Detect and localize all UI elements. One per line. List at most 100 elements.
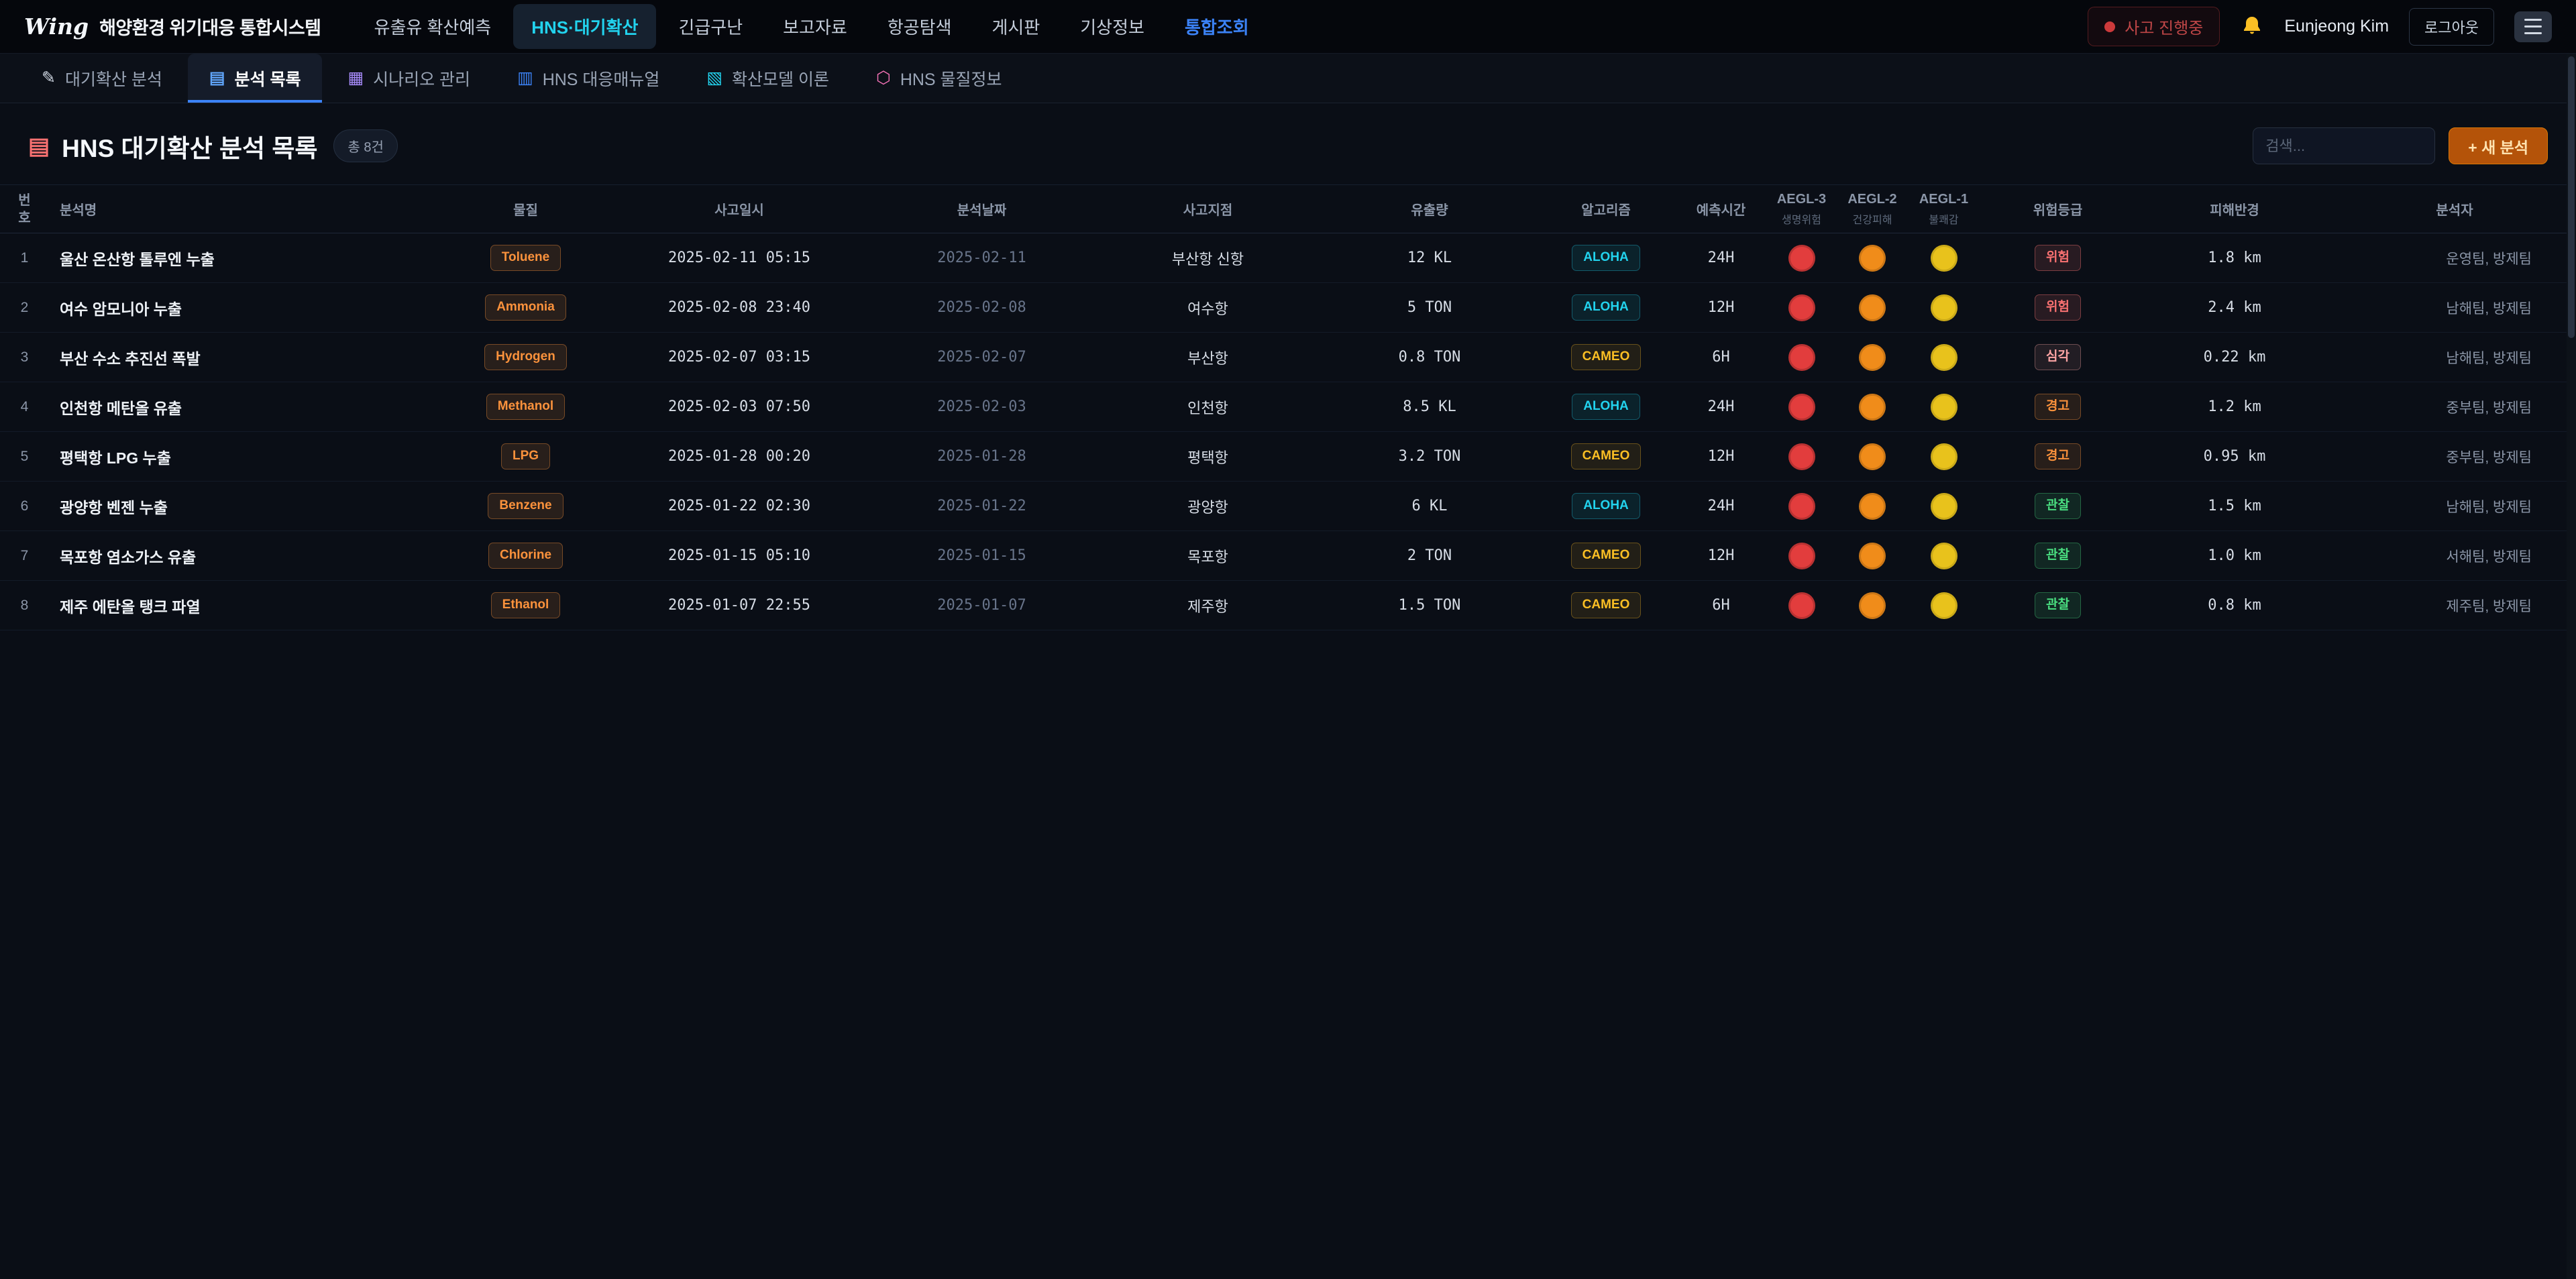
- tab-label: HNS 물질정보: [900, 66, 1002, 91]
- nav-item-aerial-search[interactable]: 항공탐색: [869, 4, 970, 49]
- table-row[interactable]: 6 광양항 벤젠 누출 Benzene 2025-01-22 02:30 202…: [0, 482, 2576, 531]
- header-analysis-date: 분석날짜: [871, 185, 1093, 233]
- analysis-name: 광양항 벤젠 누출: [49, 482, 443, 531]
- forecast-time: 24H: [1676, 482, 1766, 531]
- damage-radius: 1.5 km: [2136, 482, 2333, 531]
- nav-item-integrated-search[interactable]: 통합조회: [1167, 4, 1267, 49]
- table-row[interactable]: 5 평택항 LPG 누출 LPG 2025-01-28 00:20 2025-0…: [0, 432, 2576, 482]
- aegl1-cell: [1908, 233, 1980, 283]
- analysis-name: 여수 암모니아 누출: [49, 283, 443, 333]
- search-input[interactable]: [2253, 127, 2435, 164]
- aegl2-cell: [1837, 233, 1908, 283]
- tab-hns-substance-info[interactable]: ⬡ HNS 물질정보: [855, 54, 1024, 103]
- analyst: 남해팀, 방제팀: [2333, 482, 2576, 531]
- aegl3-indicator-icon: [1788, 394, 1815, 421]
- table-row[interactable]: 7 목포항 염소가스 유출 Chlorine 2025-01-15 05:10 …: [0, 531, 2576, 581]
- tab-dispersion-model-theory[interactable]: ▧ 확산모델 이론: [685, 54, 851, 103]
- risk-cell: 위험: [1980, 233, 2136, 283]
- aegl1-cell: [1908, 283, 1980, 333]
- tab-scenario-management[interactable]: ▦ 시나리오 관리: [326, 54, 492, 103]
- analysis-name: 인천항 메탄올 유출: [49, 382, 443, 432]
- aegl3-indicator-icon: [1788, 493, 1815, 520]
- material-badge: LPG: [501, 443, 550, 469]
- header-aegl2: AEGL-2건강피해: [1837, 185, 1908, 233]
- aegl3-cell: [1766, 283, 1837, 333]
- main-menu: 유출유 확산예측 HNS·대기확산 긴급구난 보고자료 항공탐색 게시판 기상정…: [356, 4, 1267, 49]
- nav-item-board[interactable]: 게시판: [974, 4, 1059, 49]
- header-aegl1: AEGL-1불쾌감: [1908, 185, 1980, 233]
- table-row[interactable]: 1 울산 온산항 톨루엔 누출 Toluene 2025-02-11 05:15…: [0, 233, 2576, 283]
- aegl3-cell: [1766, 581, 1837, 630]
- material-badge: Ethanol: [491, 592, 561, 618]
- risk-cell: 관찰: [1980, 531, 2136, 581]
- algorithm-badge: ALOHA: [1572, 245, 1640, 271]
- table-row[interactable]: 3 부산 수소 추진선 폭발 Hydrogen 2025-02-07 03:15…: [0, 333, 2576, 382]
- damage-radius: 0.22 km: [2136, 333, 2333, 382]
- spill-amount: 8.5 KL: [1323, 382, 1536, 432]
- page-header-actions: + 새 분석: [2253, 127, 2548, 164]
- aegl2-cell: [1837, 283, 1908, 333]
- forecast-time: 6H: [1676, 581, 1766, 630]
- nav-item-emergency-rescue[interactable]: 긴급구난: [660, 4, 761, 49]
- analysis-date: 2025-01-07: [871, 581, 1093, 630]
- risk-grade-badge: 경고: [2035, 443, 2081, 469]
- hamburger-menu-button[interactable]: [2514, 11, 2552, 42]
- algorithm-badge: CAMEO: [1571, 344, 1642, 370]
- incident-datetime: 2025-02-03 07:50: [608, 382, 871, 432]
- aegl3-cell: [1766, 531, 1837, 581]
- algorithm-cell: CAMEO: [1536, 432, 1676, 482]
- incident-location: 제주항: [1093, 581, 1323, 630]
- aegl1-indicator-icon: [1931, 344, 1957, 371]
- logout-button[interactable]: 로그아웃: [2409, 8, 2494, 46]
- risk-grade-badge: 관찰: [2035, 543, 2081, 569]
- incident-location: 여수항: [1093, 283, 1323, 333]
- analyst: 운영팀, 방제팀: [2333, 233, 2576, 283]
- row-number: 1: [0, 233, 49, 283]
- spill-amount: 5 TON: [1323, 283, 1536, 333]
- aegl1-indicator-icon: [1931, 294, 1957, 321]
- new-analysis-button[interactable]: + 새 분석: [2449, 127, 2548, 164]
- spill-amount: 2 TON: [1323, 531, 1536, 581]
- brand[interactable]: Wing 해양환경 위기대응 통합시스템: [24, 13, 321, 40]
- app-logo: Wing: [24, 13, 89, 40]
- pencil-icon: ✎: [42, 70, 56, 87]
- vertical-scrollbar[interactable]: [2567, 54, 2576, 1279]
- aegl1-cell: [1908, 382, 1980, 432]
- nav-item-hns-dispersion[interactable]: HNS·대기확산: [513, 4, 656, 49]
- notification-bell-button[interactable]: [2240, 15, 2264, 39]
- analysis-name: 평택항 LPG 누출: [49, 432, 443, 482]
- spill-amount: 6 KL: [1323, 482, 1536, 531]
- tab-analysis-list[interactable]: ▤ 분석 목록: [188, 54, 323, 103]
- nav-item-oil-spill-forecast[interactable]: 유출유 확산예측: [356, 4, 510, 49]
- nav-item-weather-info[interactable]: 기상정보: [1062, 4, 1163, 49]
- incident-location: 인천항: [1093, 382, 1323, 432]
- tab-dispersion-analysis[interactable]: ✎ 대기확산 분석: [20, 54, 184, 103]
- analysis-date: 2025-01-15: [871, 531, 1093, 581]
- table-row[interactable]: 2 여수 암모니아 누출 Ammonia 2025-02-08 23:40 20…: [0, 283, 2576, 333]
- algorithm-cell: CAMEO: [1536, 333, 1676, 382]
- aegl1-indicator-icon: [1931, 245, 1957, 272]
- incident-status-badge[interactable]: 사고 진행중: [2088, 7, 2220, 46]
- incident-location: 부산항: [1093, 333, 1323, 382]
- algorithm-badge: CAMEO: [1571, 443, 1642, 469]
- nav-item-reports[interactable]: 보고자료: [765, 4, 865, 49]
- aegl2-indicator-icon: [1859, 294, 1886, 321]
- bell-icon: [2240, 15, 2264, 39]
- material-cell: Chlorine: [443, 531, 608, 581]
- damage-radius: 1.2 km: [2136, 382, 2333, 432]
- table-row[interactable]: 8 제주 에탄올 탱크 파열 Ethanol 2025-01-07 22:55 …: [0, 581, 2576, 630]
- aegl3-indicator-icon: [1788, 543, 1815, 569]
- aegl1-cell: [1908, 432, 1980, 482]
- aegl1-indicator-icon: [1931, 493, 1957, 520]
- analysis-date: 2025-02-03: [871, 382, 1093, 432]
- incident-datetime: 2025-01-15 05:10: [608, 531, 871, 581]
- forecast-time: 6H: [1676, 333, 1766, 382]
- spill-amount: 12 KL: [1323, 233, 1536, 283]
- table-row[interactable]: 4 인천항 메탄올 유출 Methanol 2025-02-03 07:50 2…: [0, 382, 2576, 432]
- analyst: 중부팀, 방제팀: [2333, 382, 2576, 432]
- risk-cell: 관찰: [1980, 482, 2136, 531]
- tab-hns-response-manual[interactable]: ▥ HNS 대응매뉴얼: [496, 54, 681, 103]
- navbar-right: 사고 진행중 Eunjeong Kim 로그아웃: [2088, 7, 2552, 46]
- risk-cell: 위험: [1980, 283, 2136, 333]
- scrollbar-thumb[interactable]: [2568, 56, 2575, 338]
